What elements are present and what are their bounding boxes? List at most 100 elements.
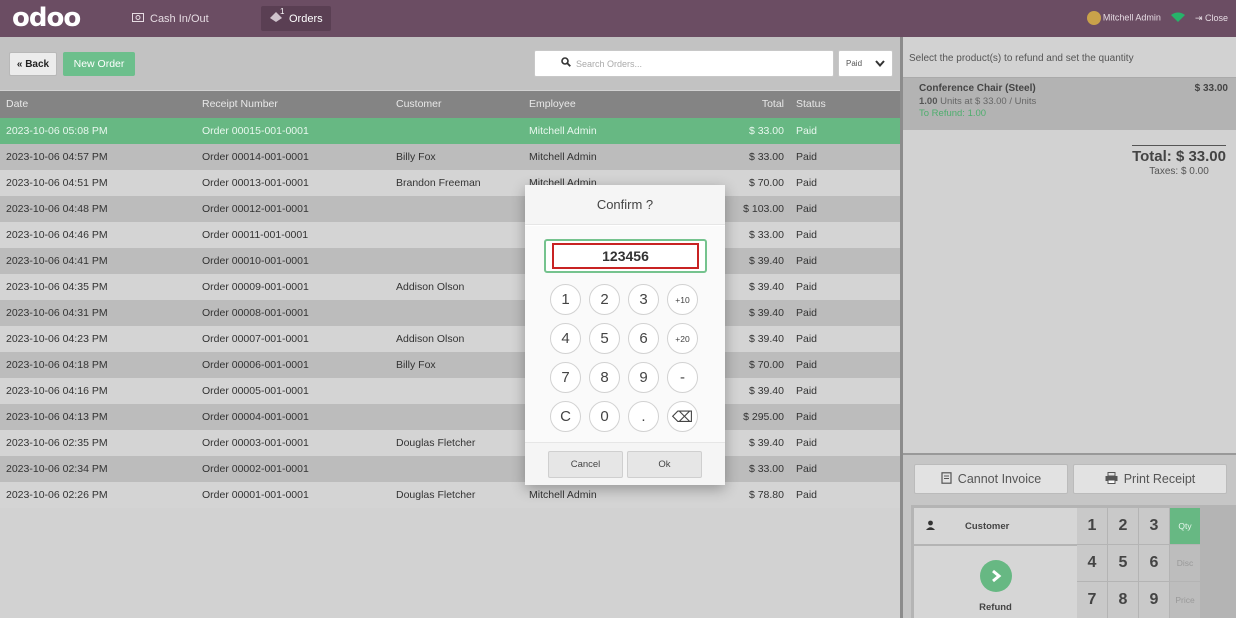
- dialog-title: Confirm ?: [525, 185, 725, 225]
- cell-date: 2023-10-06 04:46 PM: [6, 229, 108, 241]
- status-filter-value: Paid: [846, 59, 863, 68]
- numpad-key-6[interactable]: 6: [1139, 545, 1169, 581]
- mode-price-button[interactable]: Price: [1170, 582, 1200, 618]
- orders-button[interactable]: 1 Orders: [261, 6, 331, 31]
- print-receipt-button[interactable]: Print Receipt: [1073, 464, 1227, 494]
- cell-date: 2023-10-06 04:16 PM: [6, 385, 108, 397]
- dialog-key-8[interactable]: 8: [589, 362, 620, 393]
- cell-receipt: Order 00014-001-0001: [202, 151, 309, 163]
- table-row[interactable]: 2023-10-06 02:35 PM Order 00003-001-0001 D…: [0, 430, 900, 456]
- cell-employee: Mitchell Admin: [529, 125, 597, 137]
- numpad-key-5[interactable]: 5: [1108, 545, 1138, 581]
- user-menu[interactable]: Mitchell Admin: [1086, 11, 1161, 25]
- cell-receipt: Order 00005-001-0001: [202, 385, 309, 397]
- cancel-button[interactable]: Cancel: [548, 451, 623, 478]
- numpad-key-1[interactable]: 1: [1077, 508, 1107, 544]
- order-total: Total: $ 33.00: [1132, 145, 1226, 165]
- table-row[interactable]: 2023-10-06 05:08 PM Order 00015-001-0001 M…: [0, 118, 900, 144]
- dialog-key-decimal[interactable]: .: [628, 401, 659, 432]
- table-row[interactable]: 2023-10-06 02:34 PM Order 00002-001-0001 $…: [0, 456, 900, 482]
- cell-date: 2023-10-06 04:48 PM: [6, 203, 108, 215]
- dialog-key-clear[interactable]: C: [550, 401, 581, 432]
- column-customer: Customer: [396, 98, 442, 110]
- dialog-key-1[interactable]: 1: [550, 284, 581, 315]
- dialog-key-4[interactable]: 4: [550, 323, 581, 354]
- cell-customer: Billy Fox: [396, 359, 436, 371]
- cell-receipt: Order 00007-001-0001: [202, 333, 309, 345]
- close-button[interactable]: ⇥ Close: [1195, 13, 1228, 24]
- table-row[interactable]: 2023-10-06 04:16 PM Order 00005-001-0001 $…: [0, 378, 900, 404]
- cannot-invoice-label: Cannot Invoice: [957, 472, 1042, 486]
- table-row[interactable]: 2023-10-06 04:23 PM Order 00007-001-0001 A…: [0, 326, 900, 352]
- cash-in-out-button[interactable]: Cash In/Out: [124, 6, 217, 31]
- dialog-key-minus[interactable]: -: [667, 362, 698, 393]
- top-bar: odoo Cash In/Out 1 Orders Mitchell Admin…: [0, 0, 1236, 37]
- table-row[interactable]: 2023-10-06 04:41 PM Order 00010-001-0001 $…: [0, 248, 900, 274]
- orderline-product-name: Conference Chair (Steel): [919, 83, 1036, 94]
- search-placeholder: Search Orders...: [576, 58, 643, 69]
- chevron-down-icon: [875, 58, 885, 70]
- cell-total: $ 33.00: [748, 151, 784, 163]
- refund-button[interactable]: Refund: [914, 546, 1077, 618]
- cell-status: Paid: [796, 333, 818, 345]
- refund-orderline[interactable]: Conference Chair (Steel) $ 33.00 1.00 Un…: [903, 78, 1236, 130]
- cannot-invoice-button[interactable]: Cannot Invoice: [914, 464, 1068, 494]
- ok-button[interactable]: Ok: [627, 451, 702, 478]
- backspace-icon[interactable]: ⌫: [667, 401, 698, 432]
- customer-button[interactable]: Customer: [914, 508, 1077, 544]
- pin-input[interactable]: 123456: [552, 243, 699, 269]
- cell-receipt: Order 00003-001-0001: [202, 437, 309, 449]
- dialog-key-0[interactable]: 0: [589, 401, 620, 432]
- table-row[interactable]: 2023-10-06 04:35 PM Order 00009-001-0001 A…: [0, 274, 900, 300]
- dialog-key-7[interactable]: 7: [550, 362, 581, 393]
- table-row[interactable]: 2023-10-06 04:51 PM Order 00013-001-0001 B…: [0, 170, 900, 196]
- cell-status: Paid: [796, 125, 818, 137]
- cell-date: 2023-10-06 02:26 PM: [6, 489, 108, 501]
- back-button[interactable]: « Back: [9, 52, 57, 76]
- table-row[interactable]: 2023-10-06 04:13 PM Order 00004-001-0001 $…: [0, 404, 900, 430]
- user-name: Mitchell Admin: [1102, 12, 1161, 23]
- new-order-button[interactable]: New Order: [63, 52, 135, 76]
- cell-receipt: Order 00009-001-0001: [202, 281, 309, 293]
- invoice-icon: [941, 471, 952, 487]
- mode-disc-button[interactable]: Disc: [1170, 545, 1200, 581]
- cell-customer: Billy Fox: [396, 151, 436, 163]
- dialog-key-2[interactable]: 2: [589, 284, 620, 315]
- cell-status: Paid: [796, 463, 818, 475]
- numpad-key-4[interactable]: 4: [1077, 545, 1107, 581]
- table-row[interactable]: 2023-10-06 04:57 PM Order 00014-001-0001 B…: [0, 144, 900, 170]
- avatar: [1086, 11, 1101, 25]
- numpad-key-3[interactable]: 3: [1139, 508, 1169, 544]
- numpad-key-2[interactable]: 2: [1108, 508, 1138, 544]
- orders-panel: « Back New Order Search Orders... Paid D…: [0, 37, 900, 618]
- cell-status: Paid: [796, 307, 818, 319]
- column-date: Date: [6, 98, 29, 110]
- table-row[interactable]: 2023-10-06 04:18 PM Order 00006-001-0001 B…: [0, 352, 900, 378]
- cell-status: Paid: [796, 437, 818, 449]
- status-filter-select[interactable]: Paid: [838, 50, 893, 77]
- dialog-key-plus-10[interactable]: +10: [667, 284, 698, 315]
- wifi-icon: [1170, 11, 1185, 25]
- dialog-key-6[interactable]: 6: [628, 323, 659, 354]
- cell-total: $ 78.80: [748, 489, 784, 501]
- dialog-key-5[interactable]: 5: [589, 323, 620, 354]
- numpad-key-9[interactable]: 9: [1139, 582, 1169, 618]
- mode-qty-button[interactable]: Qty: [1170, 508, 1200, 544]
- search-orders-input[interactable]: Search Orders...: [534, 50, 834, 77]
- print-icon: [1105, 471, 1118, 487]
- dialog-key-3[interactable]: 3: [628, 284, 659, 315]
- table-row[interactable]: 2023-10-06 04:48 PM Order 00012-001-0001 $…: [0, 196, 900, 222]
- order-totals: Total: $ 33.00 Taxes: $ 0.00: [1132, 145, 1226, 177]
- table-row[interactable]: 2023-10-06 04:31 PM Order 00008-001-0001 $…: [0, 300, 900, 326]
- dialog-key-9[interactable]: 9: [628, 362, 659, 393]
- table-row[interactable]: 2023-10-06 04:46 PM Order 00011-001-0001 $…: [0, 222, 900, 248]
- cell-date: 2023-10-06 04:23 PM: [6, 333, 108, 345]
- cash-icon: [132, 12, 144, 25]
- cell-receipt: Order 00012-001-0001: [202, 203, 309, 215]
- numpad-key-8[interactable]: 8: [1108, 582, 1138, 618]
- cell-date: 2023-10-06 05:08 PM: [6, 125, 108, 137]
- numpad-key-7[interactable]: 7: [1077, 582, 1107, 618]
- table-row[interactable]: 2023-10-06 02:26 PM Order 00001-001-0001 D…: [0, 482, 900, 508]
- dialog-key-plus-20[interactable]: +20: [667, 323, 698, 354]
- cell-status: Paid: [796, 281, 818, 293]
